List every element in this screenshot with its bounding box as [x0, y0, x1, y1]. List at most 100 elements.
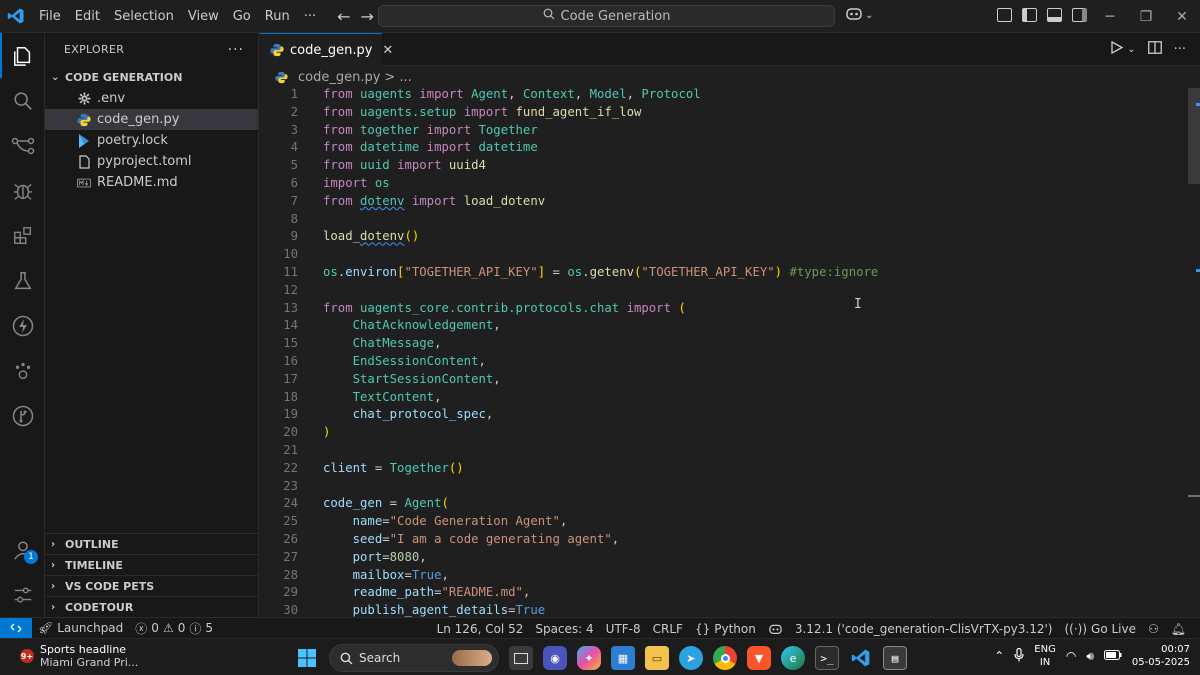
close-tab-icon[interactable]: ✕: [382, 43, 393, 58]
brave-browser-icon[interactable]: ▼: [747, 646, 771, 670]
taskbar-search[interactable]: Search: [329, 644, 499, 672]
input-language[interactable]: ENG IN: [1034, 643, 1056, 669]
chat-app-icon[interactable]: ◉: [543, 646, 567, 670]
code-line: 2 from uagents.setup import fund_agent_if…: [260, 104, 1188, 122]
section-codetour[interactable]: › CODETOUR: [45, 596, 258, 617]
windows-start-icon[interactable]: [295, 646, 319, 670]
chevron-up-icon[interactable]: ⌃: [994, 649, 1004, 663]
telegram-icon[interactable]: ➤: [679, 646, 703, 670]
poetry-icon: [77, 133, 91, 148]
command-center[interactable]: Code Generation: [378, 5, 835, 27]
more-actions-icon[interactable]: ···: [1174, 42, 1186, 57]
chrome-icon[interactable]: [713, 646, 737, 670]
language-mode[interactable]: {} Python: [689, 622, 762, 636]
file-env[interactable]: .env: [45, 88, 258, 109]
line-number: 7: [290, 193, 298, 208]
line-number: 5: [290, 158, 298, 173]
line-number: 25: [283, 514, 298, 529]
vscode-logo-icon[interactable]: [0, 0, 32, 33]
git-graph-icon[interactable]: [0, 393, 45, 438]
toggle-panel-icon[interactable]: [1047, 8, 1062, 22]
run-python-icon[interactable]: [1111, 40, 1124, 58]
feedback-icon[interactable]: ⚇: [1142, 622, 1165, 636]
section-timeline[interactable]: › TIMELINE: [45, 554, 258, 575]
file-poetry-lock[interactable]: poetry.lock: [45, 130, 258, 151]
problems-indicator[interactable]: ⓧ 0 ⚠ 0 ⓘ 5: [129, 620, 219, 637]
news-title: Sports headline: [40, 643, 127, 656]
menu-selection[interactable]: Selection: [107, 0, 181, 33]
indentation[interactable]: Spaces: 4: [529, 622, 599, 636]
notifications-bell-icon[interactable]: 🔔︎: [1165, 622, 1192, 636]
task-view-icon[interactable]: [509, 646, 533, 670]
restore-icon[interactable]: ❐: [1128, 0, 1164, 33]
menu-file[interactable]: File: [32, 0, 68, 33]
run-debug-icon[interactable]: [0, 168, 45, 213]
pets-extension-icon[interactable]: [0, 348, 45, 393]
more-actions-icon[interactable]: ···: [228, 42, 244, 58]
source-control-icon[interactable]: [0, 123, 45, 168]
code-line: 27 port=8080,: [260, 549, 1188, 567]
file-readme[interactable]: README.md: [45, 172, 258, 193]
file-explorer-icon[interactable]: ▭: [645, 646, 669, 670]
file-code-gen[interactable]: code_gen.py: [45, 109, 258, 130]
code-line: 15 ChatMessage,: [260, 335, 1188, 353]
microsoft-store-icon[interactable]: ▦: [611, 646, 635, 670]
testing-flask-icon[interactable]: [0, 258, 45, 303]
tab-code-gen[interactable]: code_gen.py ✕: [260, 33, 393, 66]
menu-edit[interactable]: Edit: [68, 0, 107, 33]
lightning-extension-icon[interactable]: [0, 303, 45, 348]
edge-icon[interactable]: e: [781, 646, 805, 670]
copilot-status-icon[interactable]: [762, 623, 789, 635]
code-editor[interactable]: 1 from uagents import Agent, Context, Mod…: [260, 86, 1188, 617]
mouse-ibeam-cursor: I: [854, 297, 862, 312]
explorer-view-icon[interactable]: [0, 33, 45, 78]
menu-more[interactable]: ···: [297, 0, 323, 33]
volume-icon[interactable]: 🔊︎: [1086, 649, 1094, 664]
battery-icon[interactable]: [1103, 649, 1122, 663]
forward-arrow-icon[interactable]: →: [361, 7, 374, 26]
section-outline[interactable]: › OUTLINE: [45, 533, 258, 554]
editor-scrollbar[interactable]: [1188, 88, 1200, 617]
cursor-position[interactable]: Ln 126, Col 52: [431, 622, 530, 636]
menu-view[interactable]: View: [181, 0, 226, 33]
search-view-icon[interactable]: [0, 78, 45, 123]
back-arrow-icon[interactable]: ←: [337, 7, 350, 26]
copilot-button[interactable]: ⌄: [845, 6, 873, 25]
go-live-button[interactable]: ((·)) Go Live: [1058, 622, 1142, 636]
breadcrumb-file[interactable]: code_gen.py: [298, 70, 380, 85]
folder-root[interactable]: ⌄ CODE GENERATION: [45, 66, 258, 88]
wifi-icon[interactable]: ◠: [1066, 649, 1076, 663]
python-interpreter[interactable]: 3.12.1 ('code_generation-ClisVrTX-py3.12…: [789, 622, 1059, 636]
manage-settings-icon[interactable]: [0, 572, 45, 617]
section-label: VS CODE PETS: [65, 579, 155, 593]
news-widget[interactable]: 9+ Sports headline Miami Grand Pri...: [20, 643, 138, 669]
line-number: 2: [290, 104, 298, 119]
clock-date: 05-05-2025: [1131, 657, 1190, 668]
vscode-taskbar-icon[interactable]: [849, 646, 873, 670]
line-number: 28: [283, 567, 298, 582]
menu-run[interactable]: Run: [258, 0, 297, 33]
file-pyproject[interactable]: pyproject.toml: [45, 151, 258, 172]
menu-go[interactable]: Go: [226, 0, 258, 33]
copilot-app-icon[interactable]: ✦: [577, 646, 601, 670]
microphone-icon[interactable]: [1014, 647, 1024, 665]
accounts-icon[interactable]: 1: [0, 527, 45, 572]
toggle-primary-sidebar-icon[interactable]: [1022, 8, 1037, 22]
remote-window-icon[interactable]: [0, 617, 32, 639]
terminal-active-icon[interactable]: ▤: [883, 646, 907, 670]
clock[interactable]: 00:07 05-05-2025: [1132, 643, 1190, 669]
close-window-icon[interactable]: ✕: [1164, 0, 1200, 33]
terminal-icon[interactable]: >_: [815, 646, 839, 670]
extensions-icon[interactable]: [0, 213, 45, 258]
customize-layout-icon[interactable]: [997, 8, 1012, 22]
minimize-icon[interactable]: ─: [1092, 0, 1128, 33]
section-vscode-pets[interactable]: › VS CODE PETS: [45, 575, 258, 596]
chevron-down-icon[interactable]: ⌄: [1127, 44, 1135, 55]
code-line: 20): [260, 424, 1188, 442]
launchpad-button[interactable]: 🚀︎ Launchpad: [32, 621, 129, 635]
breadcrumb-symbol[interactable]: ...: [399, 70, 411, 85]
end-of-line[interactable]: CRLF: [647, 622, 689, 636]
toggle-secondary-sidebar-icon[interactable]: [1072, 8, 1087, 22]
split-editor-icon[interactable]: [1147, 41, 1162, 58]
encoding[interactable]: UTF-8: [600, 622, 647, 636]
